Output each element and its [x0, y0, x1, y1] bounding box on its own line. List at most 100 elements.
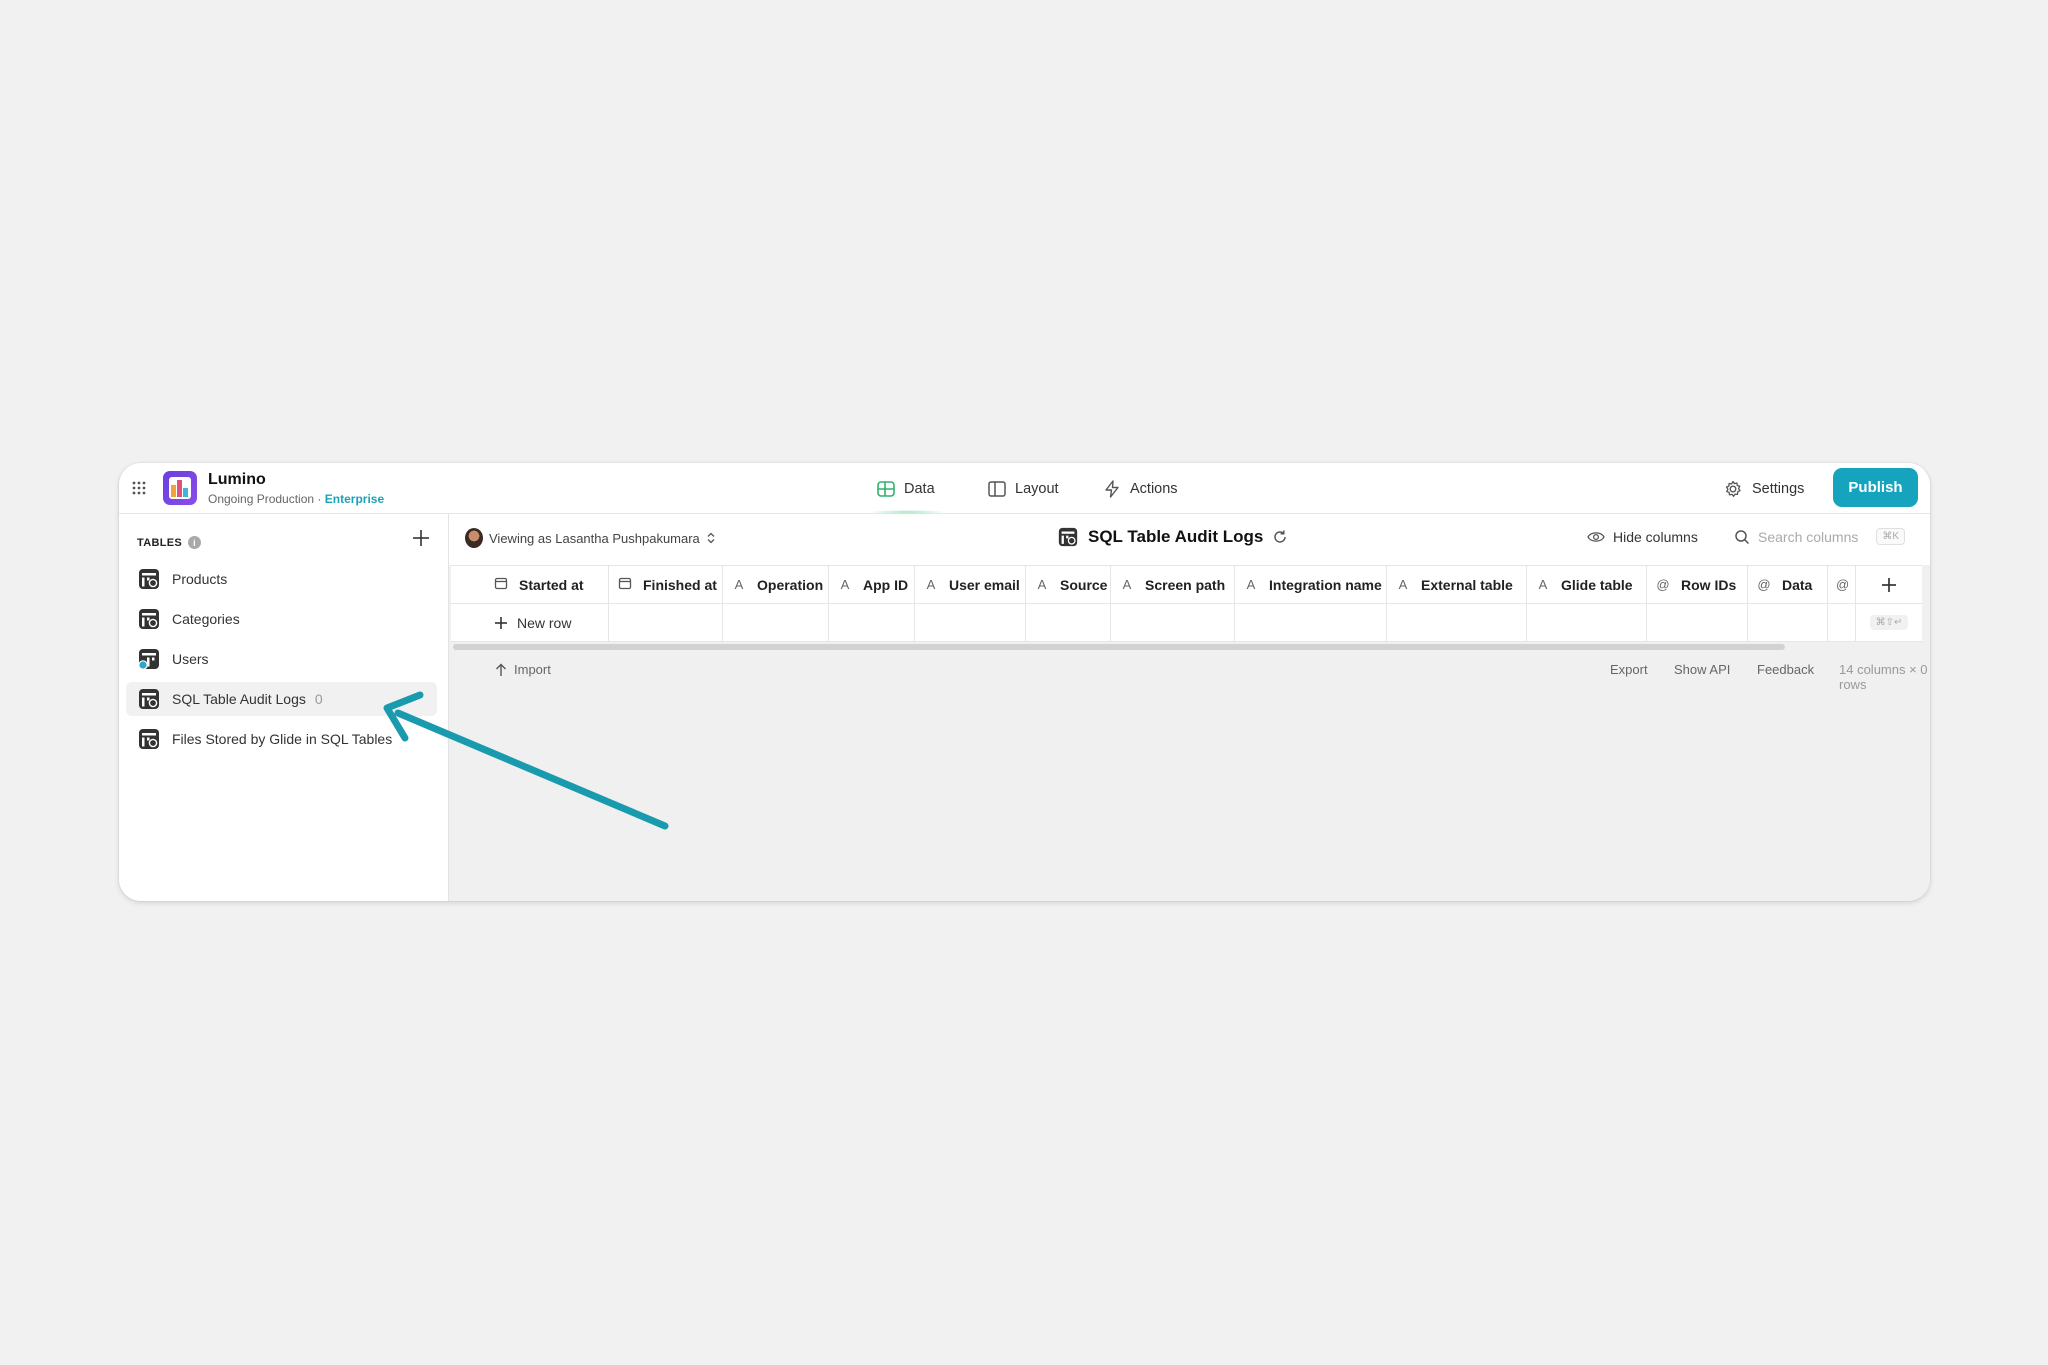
column-header[interactable]: @ Data — [1748, 565, 1828, 604]
refresh-icon[interactable] — [1272, 529, 1288, 545]
sidebar: TABLES i Products Categories Users SQL T… — [119, 514, 449, 901]
info-icon[interactable]: i — [187, 536, 201, 549]
column-header-label: Row IDs — [1681, 576, 1737, 593]
keyboard-hint: ⌘⇧↵ — [1856, 604, 1922, 642]
app-logo[interactable] — [163, 471, 197, 505]
table-cell[interactable] — [915, 604, 1026, 642]
data-grid: New row Started at Finished at A Operation A… — [451, 565, 1922, 642]
table-cell[interactable] — [609, 604, 723, 642]
search-columns[interactable]: Search columns ⌘K — [1734, 528, 1906, 545]
layout-icon — [988, 480, 1006, 497]
text-type-icon: A — [1398, 577, 1408, 592]
export-link[interactable]: Export — [1610, 662, 1648, 677]
table-icon — [877, 480, 895, 497]
add-table-icon[interactable] — [409, 526, 433, 550]
column-header[interactable]: A App ID — [829, 565, 915, 604]
text-type-icon: A — [1037, 577, 1047, 592]
column-header[interactable]: A External table — [1387, 565, 1527, 604]
at-type-icon: @ — [1757, 577, 1771, 592]
column-header-label: Glide table — [1561, 576, 1633, 593]
table-cell[interactable] — [1527, 604, 1647, 642]
table-cell[interactable] — [829, 604, 915, 642]
table-cell[interactable] — [1235, 604, 1387, 642]
tables-heading-label: TABLES — [137, 536, 182, 549]
column-header-label: Started at — [519, 576, 584, 593]
hide-columns-label: Hide columns — [1613, 529, 1698, 545]
table-title: SQL Table Audit Logs — [1057, 526, 1288, 548]
column-header[interactable]: A Operation — [723, 565, 829, 604]
arrow-up-icon — [496, 663, 506, 676]
settings-label: Settings — [1752, 480, 1805, 497]
nav-data[interactable]: Data — [868, 463, 947, 514]
chevron-updown-icon — [707, 532, 715, 544]
app-window: Lumino Ongoing Production · Enterprise D… — [119, 463, 1930, 901]
sidebar-item-files-stored[interactable]: Files Stored by Glide in SQL Tables — [126, 722, 437, 756]
top-bar: Lumino Ongoing Production · Enterprise D… — [119, 463, 1930, 514]
table-cell[interactable] — [1387, 604, 1527, 642]
column-header[interactable]: A User email — [915, 565, 1026, 604]
import-label: Import — [514, 662, 551, 677]
table-cell[interactable] — [1647, 604, 1748, 642]
viewing-as-selector[interactable]: Viewing as Lasantha Pushpakumara — [465, 528, 716, 548]
sql-table-icon — [139, 689, 159, 709]
publish-button[interactable]: Publish — [1833, 468, 1918, 507]
column-header-label: Screen path — [1145, 576, 1226, 593]
table-cell[interactable] — [1111, 604, 1235, 642]
search-icon — [1735, 529, 1750, 544]
column-header[interactable]: @ — [1828, 565, 1856, 604]
sidebar-item-label: Users — [172, 651, 209, 667]
at-type-icon: @ — [1836, 577, 1850, 592]
sql-table-icon — [1058, 527, 1078, 547]
sidebar-item-categories[interactable]: Categories — [126, 602, 437, 636]
table-cell[interactable] — [1026, 604, 1111, 642]
column-header[interactable]: Finished at — [609, 565, 723, 604]
text-type-icon: A — [926, 577, 936, 592]
app-grid-icon[interactable] — [131, 480, 147, 496]
sidebar-item-users[interactable]: Users — [126, 642, 437, 676]
horizontal-scrollbar[interactable] — [453, 644, 1785, 650]
nav-actions[interactable]: Actions — [1102, 463, 1178, 514]
column-header[interactable]: A Screen path — [1111, 565, 1235, 604]
show-api-link[interactable]: Show API — [1674, 662, 1730, 677]
app-status: Ongoing Production — [208, 492, 315, 506]
column-header-label: App ID — [863, 576, 909, 593]
new-row-label: New row — [517, 614, 572, 631]
add-column-button[interactable] — [1856, 565, 1922, 604]
table-cell[interactable] — [1828, 604, 1856, 642]
column-header-label: Integration name — [1269, 576, 1382, 593]
column-header-label: Operation — [757, 576, 824, 593]
feedback-link[interactable]: Feedback — [1757, 662, 1814, 677]
search-input[interactable]: Search columns — [1758, 529, 1858, 545]
sidebar-item-sql-table-audit-logs[interactable]: SQL Table Audit Logs 0 — [126, 682, 437, 716]
viewing-as-label: Viewing as Lasantha Pushpakumara — [489, 530, 700, 546]
sidebar-item-label: SQL Table Audit Logs — [172, 691, 306, 707]
plus-icon — [495, 616, 507, 629]
column-header[interactable]: A Source — [1026, 565, 1111, 604]
column-header-label: Finished at — [643, 576, 717, 593]
column-header[interactable]: A Glide table — [1527, 565, 1647, 604]
column-header[interactable]: @ Row IDs — [1647, 565, 1748, 604]
sql-table-icon — [139, 569, 159, 589]
nav-data-label: Data — [904, 480, 935, 497]
new-row-button[interactable]: New row — [451, 604, 609, 642]
users-table-icon — [138, 649, 159, 670]
column-header[interactable]: Started at — [451, 565, 609, 604]
separator: · — [317, 492, 322, 506]
app-name: Lumino — [208, 471, 266, 488]
hide-columns-button[interactable]: Hide columns — [1587, 529, 1698, 545]
lightning-icon — [1105, 479, 1119, 498]
settings-button[interactable]: Settings — [1723, 463, 1804, 514]
table-cell[interactable] — [723, 604, 829, 642]
sql-table-icon — [139, 729, 159, 749]
sidebar-item-label: Files Stored by Glide in SQL Tables — [172, 731, 393, 747]
sidebar-item-products[interactable]: Products — [126, 562, 437, 596]
column-header-label: Source — [1060, 576, 1108, 593]
sidebar-item-label: Categories — [172, 611, 240, 627]
table-cell[interactable] — [1748, 604, 1828, 642]
import-button[interactable]: Import — [495, 662, 551, 677]
column-header[interactable]: A Integration name — [1235, 565, 1387, 604]
search-shortcut: ⌘K — [1876, 528, 1906, 545]
nav-layout[interactable]: Layout — [987, 463, 1059, 514]
text-type-icon: A — [1246, 577, 1256, 592]
calendar-icon — [617, 576, 633, 593]
